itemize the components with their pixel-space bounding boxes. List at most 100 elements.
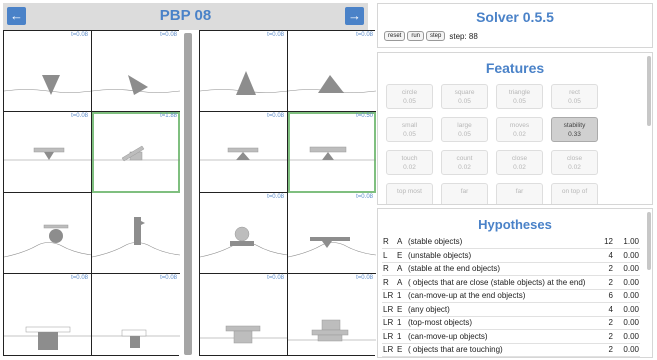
scene-object [311,329,349,336]
feature-value: 0.05 [403,98,416,105]
problem-panel: ← PBP 08 → t=0.08 t=0.08 t=0.08 t=1.88 t=0.0… [0,0,376,360]
solver-panel: Solver 0.5.5 reset run step step: 88 [377,3,653,48]
hypothesis-row[interactable]: LR E( objects that are touching) 2 0.00 [382,343,640,357]
scene-drawing [4,147,91,161]
feature-value: 0.05 [568,98,581,105]
hypothesis-row[interactable]: L E (unstable objects) 4 0.00 [382,248,640,263]
hypothesis-type: 1 [396,329,407,344]
feature-tile[interactable]: close 0.02 [551,150,598,175]
scene-drawing [200,226,287,258]
scene-object [44,152,54,160]
hypothesis-text: (stable at the end objects) [407,262,603,276]
time-label: t=0.08 [71,32,88,38]
hypothesis-side: R [382,262,396,276]
right-scene-cell[interactable]: t=0.08 [200,274,288,355]
feature-value: 0.33 [568,131,581,138]
feature-tile[interactable]: rect 0.05 [551,84,598,109]
feature-name: square [454,89,475,96]
hypothesis-text: (can-move-up at the end objects) [407,289,603,303]
scene-object [234,226,250,242]
left-scene-cell[interactable]: t=0.08 [4,112,92,193]
feature-name: count [456,155,473,162]
scene-object [227,147,259,153]
feature-value: 0.02 [513,164,526,171]
run-button[interactable]: run [407,31,425,41]
feature-tile[interactable]: far [496,183,543,204]
hypothesis-text: ( objects that are close (stable objects… [407,275,603,290]
feature-name: close [566,155,583,162]
right-scene-cell[interactable]: t=0.08 [200,31,288,112]
feature-tile[interactable]: square 0.05 [441,84,488,109]
problem-header: ← PBP 08 → [3,3,368,30]
time-label: t=0.08 [267,32,284,38]
feature-tile[interactable]: touch 0.02 [386,150,433,175]
hypothesis-side: LR [382,329,396,344]
scene-drawing [92,217,180,258]
step-button[interactable]: step [426,31,446,41]
left-scene-cell[interactable]: t=0.08 [92,274,180,355]
feature-tile[interactable]: large 0.05 [441,117,488,142]
scene-drawing [200,71,287,95]
hypothesis-count: 2 [602,343,614,357]
right-scene-cell[interactable]: t=0.08 [288,193,376,274]
feature-value: 0.02 [458,164,471,171]
feature-tile[interactable]: top most [386,183,433,204]
left-scene-cell[interactable]: t=0.08 [4,274,92,355]
scene-drawing [4,326,91,350]
hypothesis-count: 2 [602,275,614,290]
right-scene-cell[interactable]: t=0.08 [200,112,288,193]
left-scene-cell[interactable]: t=1.88 [92,112,180,193]
feature-tile[interactable]: stability 0.33 [551,117,598,142]
scene-drawing [200,325,287,344]
hypothesis-side: R [382,235,396,249]
feature-tile[interactable]: moves 0.02 [496,117,543,142]
scene-drawing [288,319,376,342]
right-scene-cell[interactable]: t=0.08 [288,274,376,355]
feature-tile[interactable]: triangle 0.05 [496,84,543,109]
scene-object [322,152,334,160]
hypothesis-row[interactable]: R A( objects that are close (stable objec… [382,275,640,290]
left-scene-cell[interactable]: t=0.08 [92,31,180,112]
features-scrollbar[interactable] [647,56,651,126]
right-scene-cell[interactable]: t=0.08 [288,31,376,112]
left-scene-cell[interactable] [92,193,180,274]
scene-object [121,329,147,337]
scene-object [230,241,254,246]
hypothesis-side: R [382,275,396,290]
left-scene-cell[interactable]: t=0.08 [4,31,92,112]
right-scene-grid: t=0.08 t=0.08 t=0.08 t=0.50 t=0.08 t=0.08 t=0.… [199,30,376,356]
hypothesis-side: LR [382,302,396,317]
hypothesis-score: 0.00 [614,329,640,344]
hypothesis-row[interactable]: R A (stable at the end objects) 2 0.00 [382,262,640,276]
left-scene-cell[interactable] [4,193,92,274]
right-scene-cell[interactable]: t=0.50 [288,112,376,193]
feature-tile[interactable]: small 0.05 [386,117,433,142]
hypothesis-side: LR [382,343,396,357]
reset-button[interactable]: reset [384,31,406,41]
scene-object [141,221,145,225]
hypothesis-row[interactable]: LR 1 (top-most objects) 2 0.00 [382,316,640,330]
hypothesis-row[interactable]: LR E (any object) 4 0.00 [382,302,640,317]
next-problem-button[interactable]: → [345,7,364,25]
hypothesis-count: 2 [602,329,614,344]
hypothesis-score: 0.00 [614,343,640,357]
feature-tile[interactable]: close 0.02 [496,150,543,175]
hypothesis-text: (top-most objects) [407,316,603,330]
hypothesis-row[interactable]: LR 1 (can-move-up objects) 2 0.00 [382,329,640,344]
hypotheses-scrollbar[interactable] [647,212,651,270]
hypotheses-panel: Hypotheses R A (stable objects) 12 1.00 L E (un… [377,208,653,358]
feature-tile[interactable]: far [441,183,488,204]
hypothesis-count: 2 [602,262,614,276]
feature-tile[interactable]: circle 0.05 [386,84,433,109]
hypotheses-title: Hypotheses [478,217,552,232]
feature-tile[interactable]: on top of [551,183,598,204]
scene-object [236,71,256,95]
hypothesis-side: LR [382,289,396,303]
hypothesis-row[interactable]: LR 1 (can-move-up at the end objects) 6 0.00 [382,289,640,303]
solver-controls: reset run step step: 88 [384,31,478,41]
feature-tile[interactable]: count 0.02 [441,150,488,175]
hypothesis-row[interactable]: R A (stable objects) 12 1.00 [382,235,640,249]
feature-name: touch [401,155,418,162]
scene-drawing [288,75,376,93]
right-scene-cell[interactable]: t=0.08 [200,193,288,274]
